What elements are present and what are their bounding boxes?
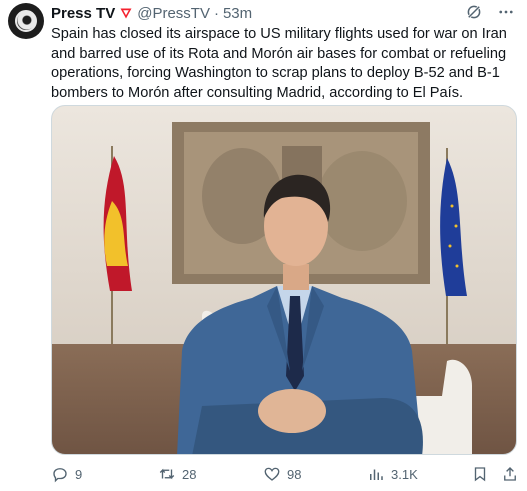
tweet-photo[interactable] [51, 105, 517, 455]
author-name[interactable]: Press TV [51, 5, 115, 22]
tweet-text: Spain has closed its airspace to US mili… [51, 26, 507, 101]
share-button[interactable] [501, 463, 519, 485]
reply-button[interactable]: 9 [51, 463, 82, 485]
state-affiliated-badge-icon[interactable] [120, 8, 132, 19]
bookmark-button[interactable] [471, 463, 489, 485]
repost-icon [159, 468, 175, 480]
press-tv-avatar[interactable] [8, 3, 44, 39]
tweet-actions: 9 28 98 3.1K [51, 463, 521, 485]
header-actions [465, 3, 515, 21]
views-count: 3.1K [391, 466, 418, 482]
heart-icon [264, 467, 280, 481]
more-options-icon[interactable] [497, 3, 515, 21]
bookmark-icon [474, 467, 486, 482]
repost-button[interactable]: 28 [158, 463, 196, 485]
author-handle[interactable]: @PressTV [137, 5, 210, 22]
press-tv-logo-icon [15, 10, 37, 32]
views-button[interactable]: 3.1K [367, 463, 418, 485]
tweet-timestamp[interactable]: 53m [223, 5, 252, 22]
like-button[interactable]: 98 [263, 463, 301, 485]
tweet-card[interactable]: Press TV @PressTV · 53m Spain has closed… [0, 0, 527, 491]
reply-icon [53, 468, 67, 483]
views-chart-icon [370, 469, 383, 480]
grok-icon[interactable] [465, 3, 483, 21]
reply-count: 9 [75, 466, 83, 482]
share-icon [504, 467, 516, 481]
repost-count: 28 [182, 466, 197, 482]
like-count: 98 [287, 466, 302, 482]
header-separator: · [213, 4, 219, 22]
tweet-header: Press TV @PressTV · 53m [51, 3, 252, 23]
